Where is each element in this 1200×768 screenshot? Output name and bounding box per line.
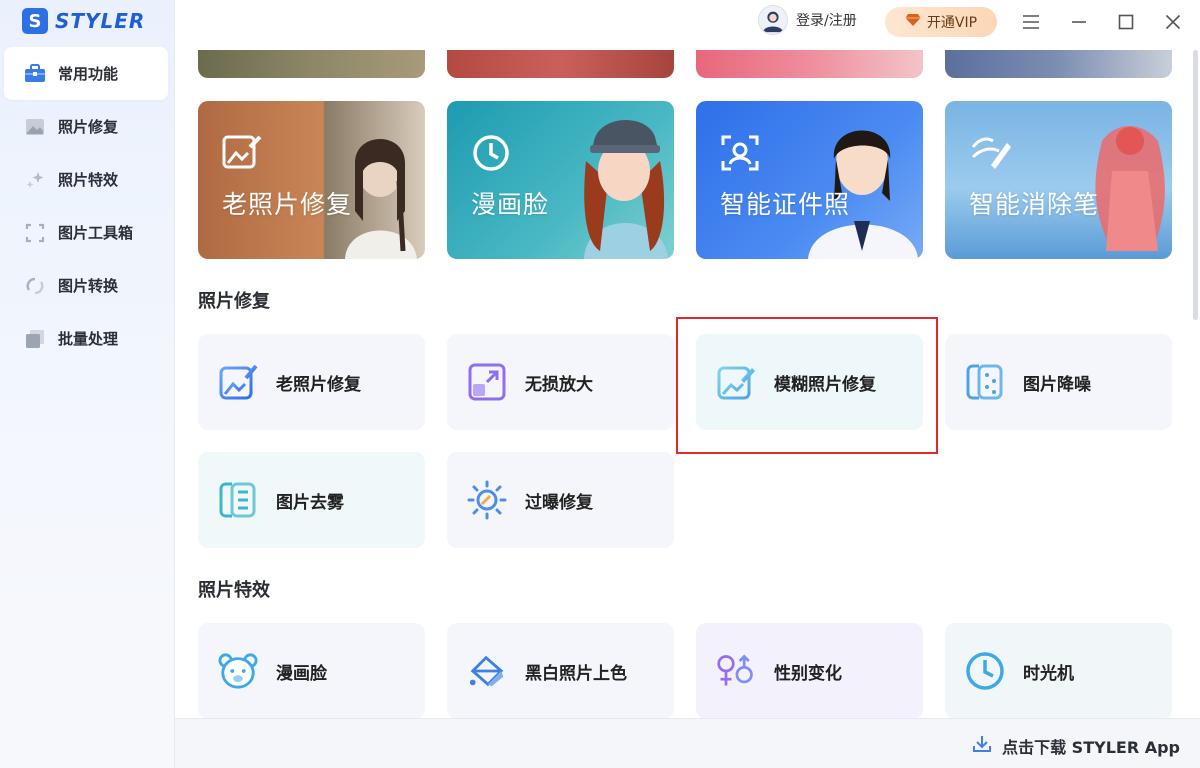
tool-label: 无损放大 [525,374,593,395]
eraser-brush-icon [969,133,1011,177]
sidebar-item-image-convert[interactable]: 图片转换 [4,259,168,312]
banner-title: 智能消除笔 [969,190,1100,219]
id-portrait-image [808,130,918,259]
denoise-icon [965,362,1005,402]
menu-icon[interactable] [1016,8,1046,36]
tool-bw-colorize[interactable]: 黑白照片上色 [447,623,674,718]
tool-lossless-enlarge[interactable]: 无损放大 [447,334,674,430]
photo-edit-icon [222,133,262,175]
tool-overexposure-repair[interactable]: 过曝修复 [447,452,674,548]
tool-gender-change[interactable]: 性别变化 [696,623,923,718]
tool-blur-photo-repair[interactable]: 模糊照片修复 [696,334,923,430]
download-label: 点击下载 STYLER App [1002,738,1180,757]
toolbox-icon [24,63,46,85]
erased-figure-image [1095,126,1165,251]
main-content: 老照片修复 漫画脸 智能证件照 智能消除笔 照片修复 老照片修复 无损放大 模糊… [175,44,1190,718]
app-name: STYLER [55,9,146,33]
footer-bar: 点击下载 STYLER App [175,718,1200,768]
dehaze-icon [218,480,258,520]
tool-label: 性别变化 [774,663,842,684]
tool-comic-face[interactable]: 漫画脸 [198,623,425,718]
vip-button[interactable]: 开通VIP [885,7,997,37]
batch-icon [24,328,46,350]
section-title-photo-repair: 照片修复 [198,291,270,312]
tool-label: 黑白照片上色 [525,663,627,684]
login-label: 登录/注册 [796,13,857,29]
sidebar-item-common[interactable]: 常用功能 [4,47,168,100]
login-button[interactable]: 登录/注册 [758,5,857,35]
sidebar-item-label: 常用功能 [58,65,119,83]
section-title-photo-effects: 照片特效 [198,580,270,601]
cartoon-portrait-image [584,120,668,259]
crop-frame-icon [24,222,46,244]
scrolled-banner-image[interactable] [696,50,923,78]
scrolled-banner-image[interactable] [945,50,1172,78]
close-icon[interactable] [1158,8,1188,36]
banner-comic-face[interactable]: 漫画脸 [447,101,674,259]
sidebar-item-photo-repair[interactable]: 照片修复 [4,100,168,153]
sidebar-item-label: 照片特效 [58,171,119,189]
download-app-link[interactable]: 点击下载 STYLER App [972,734,1180,758]
bear-face-icon [218,651,258,691]
tool-label: 时光机 [1023,663,1074,684]
vip-label: 开通VIP [926,15,978,31]
tool-label: 过曝修复 [525,492,593,513]
tool-image-dehaze[interactable]: 图片去雾 [198,452,425,548]
colorize-icon [467,651,507,691]
tool-label: 老照片修复 [276,374,361,395]
scrolled-banner-image[interactable] [447,50,674,78]
sidebar-item-label: 图片转换 [58,277,119,295]
convert-icon [24,275,46,297]
sidebar-nav: 常用功能 照片修复 照片特效 图片工具箱 图片转换 批量处理 [4,47,168,365]
tool-image-denoise[interactable]: 图片降噪 [945,334,1172,430]
sidebar-item-label: 批量处理 [58,330,119,348]
app-logo[interactable]: S STYLER [22,8,145,34]
photo-edit-icon [218,362,258,402]
banner-old-photo-repair[interactable]: 老照片修复 [198,101,425,259]
portrait-image [345,139,417,259]
sidebar-item-label: 照片修复 [58,118,119,136]
clock-icon [965,651,1005,691]
maximize-icon[interactable] [1111,8,1141,36]
logo-mark-icon: S [22,8,48,34]
tool-label: 图片降噪 [1023,374,1091,395]
tool-label: 图片去雾 [276,492,344,513]
sidebar-item-batch[interactable]: 批量处理 [4,312,168,365]
clock-icon [471,133,511,177]
id-photo-icon [720,133,760,177]
photo-icon [24,116,46,138]
banner-title: 漫画脸 [471,190,550,219]
sparkle-icon [24,169,46,191]
gender-icon [716,651,756,691]
diamond-icon [905,13,921,31]
top-bar: 登录/注册 开通VIP [175,0,1200,44]
enlarge-icon [467,362,507,402]
tool-old-photo-repair[interactable]: 老照片修复 [198,334,425,430]
banner-smart-id-photo[interactable]: 智能证件照 [696,101,923,259]
download-icon [972,734,992,758]
scrollbar-thumb[interactable] [1193,50,1198,320]
banner-title: 老照片修复 [222,190,353,219]
sidebar-item-image-toolbox[interactable]: 图片工具箱 [4,206,168,259]
scrolled-banner-image[interactable] [198,50,425,78]
banner-title: 智能证件照 [720,190,851,219]
minimize-icon[interactable] [1064,8,1094,36]
tool-label: 漫画脸 [276,663,327,684]
avatar-icon [758,5,788,35]
sidebar-item-photo-effects[interactable]: 照片特效 [4,153,168,206]
sidebar: S STYLER 常用功能 照片修复 照片特效 图片工具箱 图片转换 批量处理 [0,0,175,768]
blur-repair-icon [716,362,756,402]
banner-smart-eraser[interactable]: 智能消除笔 [945,101,1172,259]
tool-time-machine[interactable]: 时光机 [945,623,1172,718]
tool-label: 模糊照片修复 [774,374,876,395]
sun-icon [467,480,507,520]
sidebar-item-label: 图片工具箱 [58,224,134,242]
